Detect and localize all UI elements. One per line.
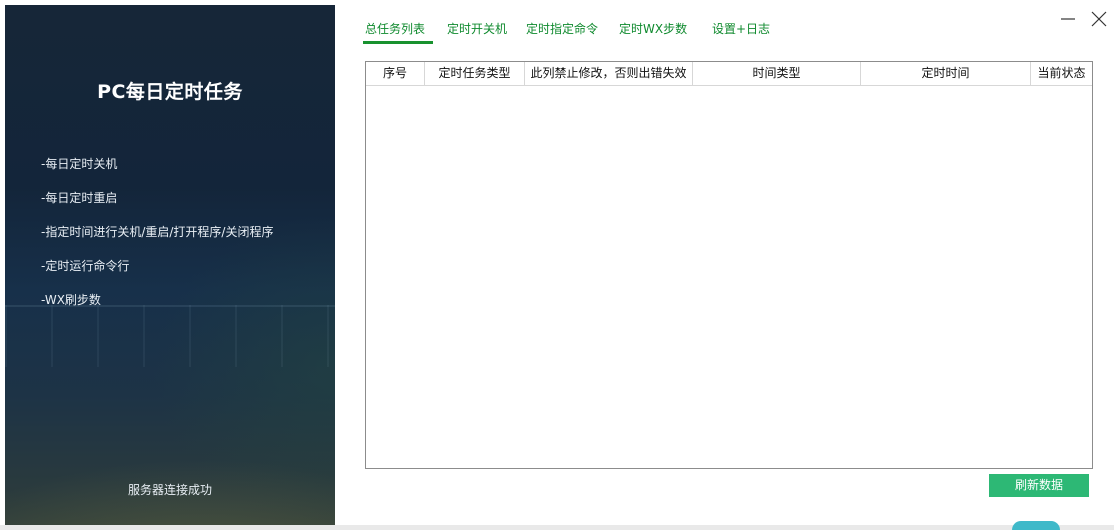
close-icon — [1091, 11, 1107, 27]
column-header-task-type[interactable]: 定时任务类型 — [425, 62, 525, 85]
column-header-status[interactable]: 当前状态 — [1031, 62, 1092, 85]
task-table[interactable]: 序号 定时任务类型 此列禁止修改，否则出错失效 时间类型 定时时间 当前状态 — [365, 61, 1093, 469]
tab-wx-steps[interactable]: 定时WX步数 — [619, 18, 687, 44]
feature-item: -定时运行命令行 — [41, 259, 130, 273]
tab-settings-log[interactable]: 设置+日志 — [712, 18, 770, 44]
app-title: PC每日定时任务 — [97, 81, 243, 103]
tab-scheduled-power[interactable]: 定时开关机 — [447, 18, 507, 44]
app-window: PC每日定时任务 -每日定时关机 -每日定时重启 -指定时间进行关机/重启/打开… — [0, 0, 1114, 530]
feature-item: -WX刷步数 — [41, 293, 101, 307]
column-header-time-type[interactable]: 时间类型 — [693, 62, 861, 85]
info-panel: PC每日定时任务 -每日定时关机 -每日定时重启 -指定时间进行关机/重启/打开… — [5, 5, 335, 525]
refresh-data-button[interactable]: 刷新数据 — [989, 474, 1089, 497]
feature-item: -每日定时重启 — [41, 191, 118, 205]
column-header-readonly-note[interactable]: 此列禁止修改，否则出错失效 — [525, 62, 693, 85]
column-header-index[interactable]: 序号 — [366, 62, 425, 85]
minimize-icon — [1061, 18, 1075, 20]
feature-list: -每日定时关机 -每日定时重启 -指定时间进行关机/重启/打开程序/关闭程序 -… — [41, 153, 273, 323]
feature-item: -指定时间进行关机/重启/打开程序/关闭程序 — [41, 225, 274, 239]
window-bottom-edge — [0, 525, 1114, 530]
table-header: 序号 定时任务类型 此列禁止修改，否则出错失效 时间类型 定时时间 当前状态 — [366, 62, 1092, 86]
column-header-scheduled-time[interactable]: 定时时间 — [861, 62, 1031, 85]
background-decoration — [1012, 521, 1060, 530]
minimize-button[interactable] — [1058, 9, 1078, 29]
tab-task-list[interactable]: 总任务列表 — [362, 18, 434, 44]
feature-item: -每日定时关机 — [41, 157, 118, 171]
close-button[interactable] — [1089, 9, 1109, 29]
server-status-text: 服务器连接成功 — [127, 483, 212, 497]
tab-scheduled-command[interactable]: 定时指定命令 — [526, 18, 598, 44]
